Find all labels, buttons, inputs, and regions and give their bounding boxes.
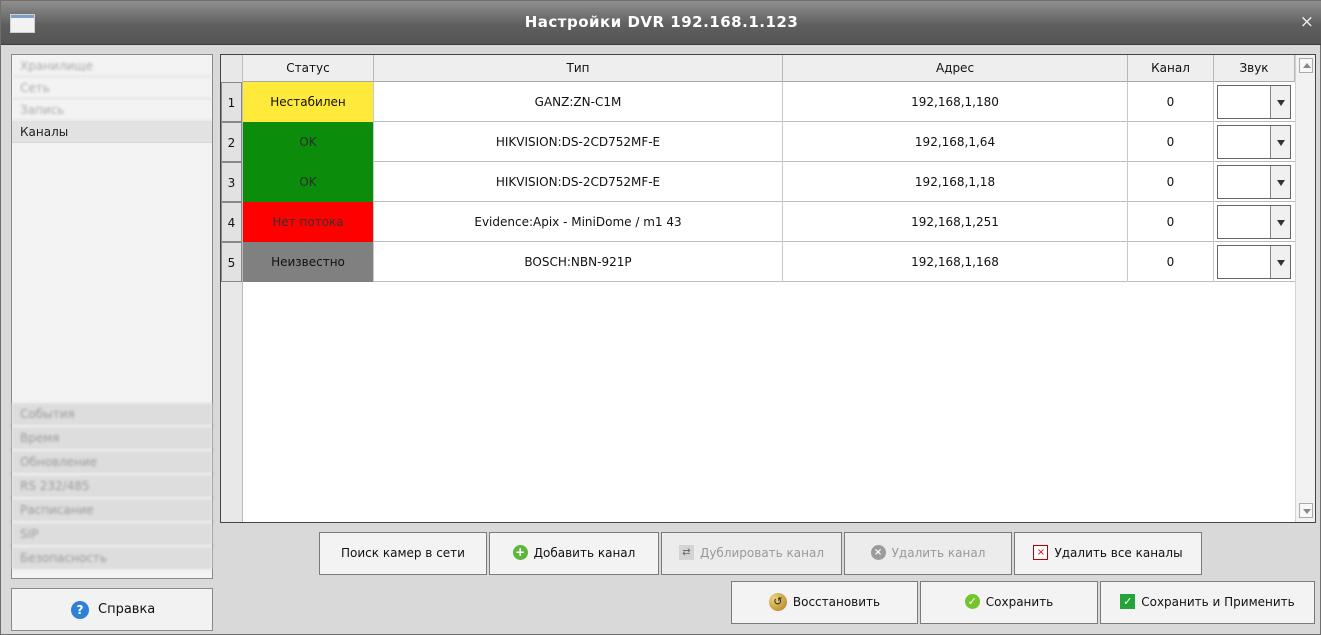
sound-dropdown[interactable] <box>1217 165 1291 199</box>
sidebar-item-schedule[interactable]: Расписание <box>12 499 212 521</box>
sound-dropdown[interactable] <box>1217 245 1291 279</box>
table-row[interactable]: Нет потока Evidence:Apix - MiniDome / m1… <box>243 202 1295 242</box>
sidebar-item-network[interactable]: Сеть <box>12 77 212 99</box>
settings-sidebar: Хранилище Сеть Запись Каналы События Вре… <box>11 54 213 579</box>
sidebar-item-sip[interactable]: SIP <box>12 523 212 545</box>
save-and-apply-button[interactable]: ✓ Сохранить и Применить <box>1100 581 1315 624</box>
channel-cell: 0 <box>1128 202 1214 242</box>
restore-button[interactable]: ↺ Восстановить <box>731 581 918 624</box>
row-number: 5 <box>221 242 242 282</box>
table-row[interactable]: Нестабилен GANZ:ZN-C1M 192,168,1,180 0 <box>243 82 1295 122</box>
window-title: Настройки DVR 192.168.1.123 <box>524 13 799 31</box>
channel-cell: 0 <box>1128 162 1214 202</box>
type-cell: Evidence:Apix - MiniDome / m1 43 <box>374 202 783 242</box>
chevron-down-icon[interactable] <box>1270 126 1290 158</box>
sidebar-item-storage[interactable]: Хранилище <box>12 55 212 77</box>
status-cell: OK <box>243 122 374 162</box>
restore-icon: ↺ <box>768 592 787 611</box>
header-address[interactable]: Адрес <box>783 55 1128 82</box>
type-cell: GANZ:ZN-C1M <box>374 82 783 122</box>
table-row[interactable]: Неизвестно BOSCH:NBN-921P 192,168,1,168 … <box>243 242 1295 282</box>
channel-cell: 0 <box>1128 242 1214 282</box>
table-row[interactable]: OK HIKVISION:DS-2CD752MF-E 192,168,1,64 … <box>243 122 1295 162</box>
address-cell: 192,168,1,168 <box>783 242 1128 282</box>
chevron-down-icon[interactable] <box>1270 86 1290 118</box>
status-cell: OK <box>243 162 374 202</box>
help-button[interactable]: ? Справка <box>11 588 213 631</box>
save-and-apply-label: Сохранить и Применить <box>1141 595 1295 609</box>
header-channel[interactable]: Канал <box>1128 55 1214 82</box>
table-header: Статус Тип Адрес Канал Звук <box>243 55 1295 82</box>
header-type[interactable]: Тип <box>374 55 783 82</box>
delete-channel-label: Удалить канал <box>891 546 986 560</box>
sound-dropdown[interactable] <box>1217 205 1291 239</box>
vertical-scrollbar[interactable] <box>1295 55 1315 522</box>
title-bar: Настройки DVR 192.168.1.123 × <box>1 1 1321 45</box>
sidebar-item-time[interactable]: Время <box>12 427 212 449</box>
sidebar-item-channels[interactable]: Каналы <box>12 121 212 143</box>
address-cell: 192,168,1,251 <box>783 202 1128 242</box>
row-number: 2 <box>221 122 242 162</box>
channel-cell: 0 <box>1128 122 1214 162</box>
plus-icon: + <box>512 545 528 560</box>
duplicate-channel-label: Дублировать канал <box>699 546 825 560</box>
help-label: Справка <box>98 602 156 617</box>
add-channel-label: Добавить канал <box>533 546 636 560</box>
address-cell: 192,168,1,64 <box>783 122 1128 162</box>
address-cell: 192,168,1,18 <box>783 162 1128 202</box>
save-apply-icon: ✓ <box>1120 594 1136 609</box>
sidebar-item-events[interactable]: События <box>12 403 212 425</box>
channels-table: Статус Тип Адрес Канал Звук 1 Нестабилен… <box>220 54 1316 523</box>
type-cell: BOSCH:NBN-921P <box>374 242 783 282</box>
status-cell: Нестабилен <box>243 82 374 122</box>
delete-all-channels-button[interactable]: × Удалить все каналы <box>1014 532 1202 575</box>
sidebar-item-recording[interactable]: Запись <box>12 99 212 121</box>
status-cell: Нет потока <box>243 202 374 242</box>
type-cell: HIKVISION:DS-2CD752MF-E <box>374 162 783 202</box>
search-cameras-button[interactable]: Поиск камер в сети <box>319 532 487 575</box>
type-cell: HIKVISION:DS-2CD752MF-E <box>374 122 783 162</box>
sidebar-item-update[interactable]: Обновление <box>12 451 212 473</box>
channel-cell: 0 <box>1128 82 1214 122</box>
help-icon: ? <box>71 601 89 619</box>
scroll-up-icon[interactable] <box>1299 58 1313 73</box>
duplicate-channel-button[interactable]: ⇄ Дублировать канал <box>661 532 842 575</box>
sidebar-item-rs232[interactable]: RS 232/485 <box>12 475 212 497</box>
header-sound[interactable]: Звук <box>1214 55 1295 82</box>
address-cell: 192,168,1,180 <box>783 82 1128 122</box>
chevron-down-icon[interactable] <box>1270 166 1290 198</box>
header-status[interactable]: Статус <box>243 55 374 82</box>
chevron-down-icon[interactable] <box>1270 246 1290 278</box>
sidebar-item-security[interactable]: Безопасность <box>12 547 212 569</box>
row-number: 4 <box>221 202 242 242</box>
duplicate-icon: ⇄ <box>678 545 694 560</box>
table-row[interactable]: OK HIKVISION:DS-2CD752MF-E 192,168,1,18 … <box>243 162 1295 202</box>
dvr-settings-window: Настройки DVR 192.168.1.123 × Хранилище … <box>0 0 1321 635</box>
row-number: 1 <box>221 82 242 122</box>
scroll-down-icon[interactable] <box>1299 503 1313 518</box>
save-label: Сохранить <box>985 595 1054 609</box>
sound-dropdown[interactable] <box>1217 85 1291 119</box>
check-icon: ✓ <box>964 594 980 609</box>
delete-all-channels-label: Удалить все каналы <box>1054 546 1183 560</box>
add-channel-button[interactable]: + Добавить канал <box>489 532 659 575</box>
chevron-down-icon[interactable] <box>1270 206 1290 238</box>
row-number: 3 <box>221 162 242 202</box>
close-circle-icon: × <box>870 545 886 560</box>
save-button[interactable]: ✓ Сохранить <box>920 581 1098 624</box>
status-cell: Неизвестно <box>243 242 374 282</box>
delete-channel-button[interactable]: × Удалить канал <box>844 532 1012 575</box>
sound-dropdown[interactable] <box>1217 125 1291 159</box>
restore-label: Восстановить <box>792 595 881 609</box>
close-icon[interactable]: × <box>1300 12 1314 32</box>
delete-document-icon: × <box>1033 545 1049 560</box>
